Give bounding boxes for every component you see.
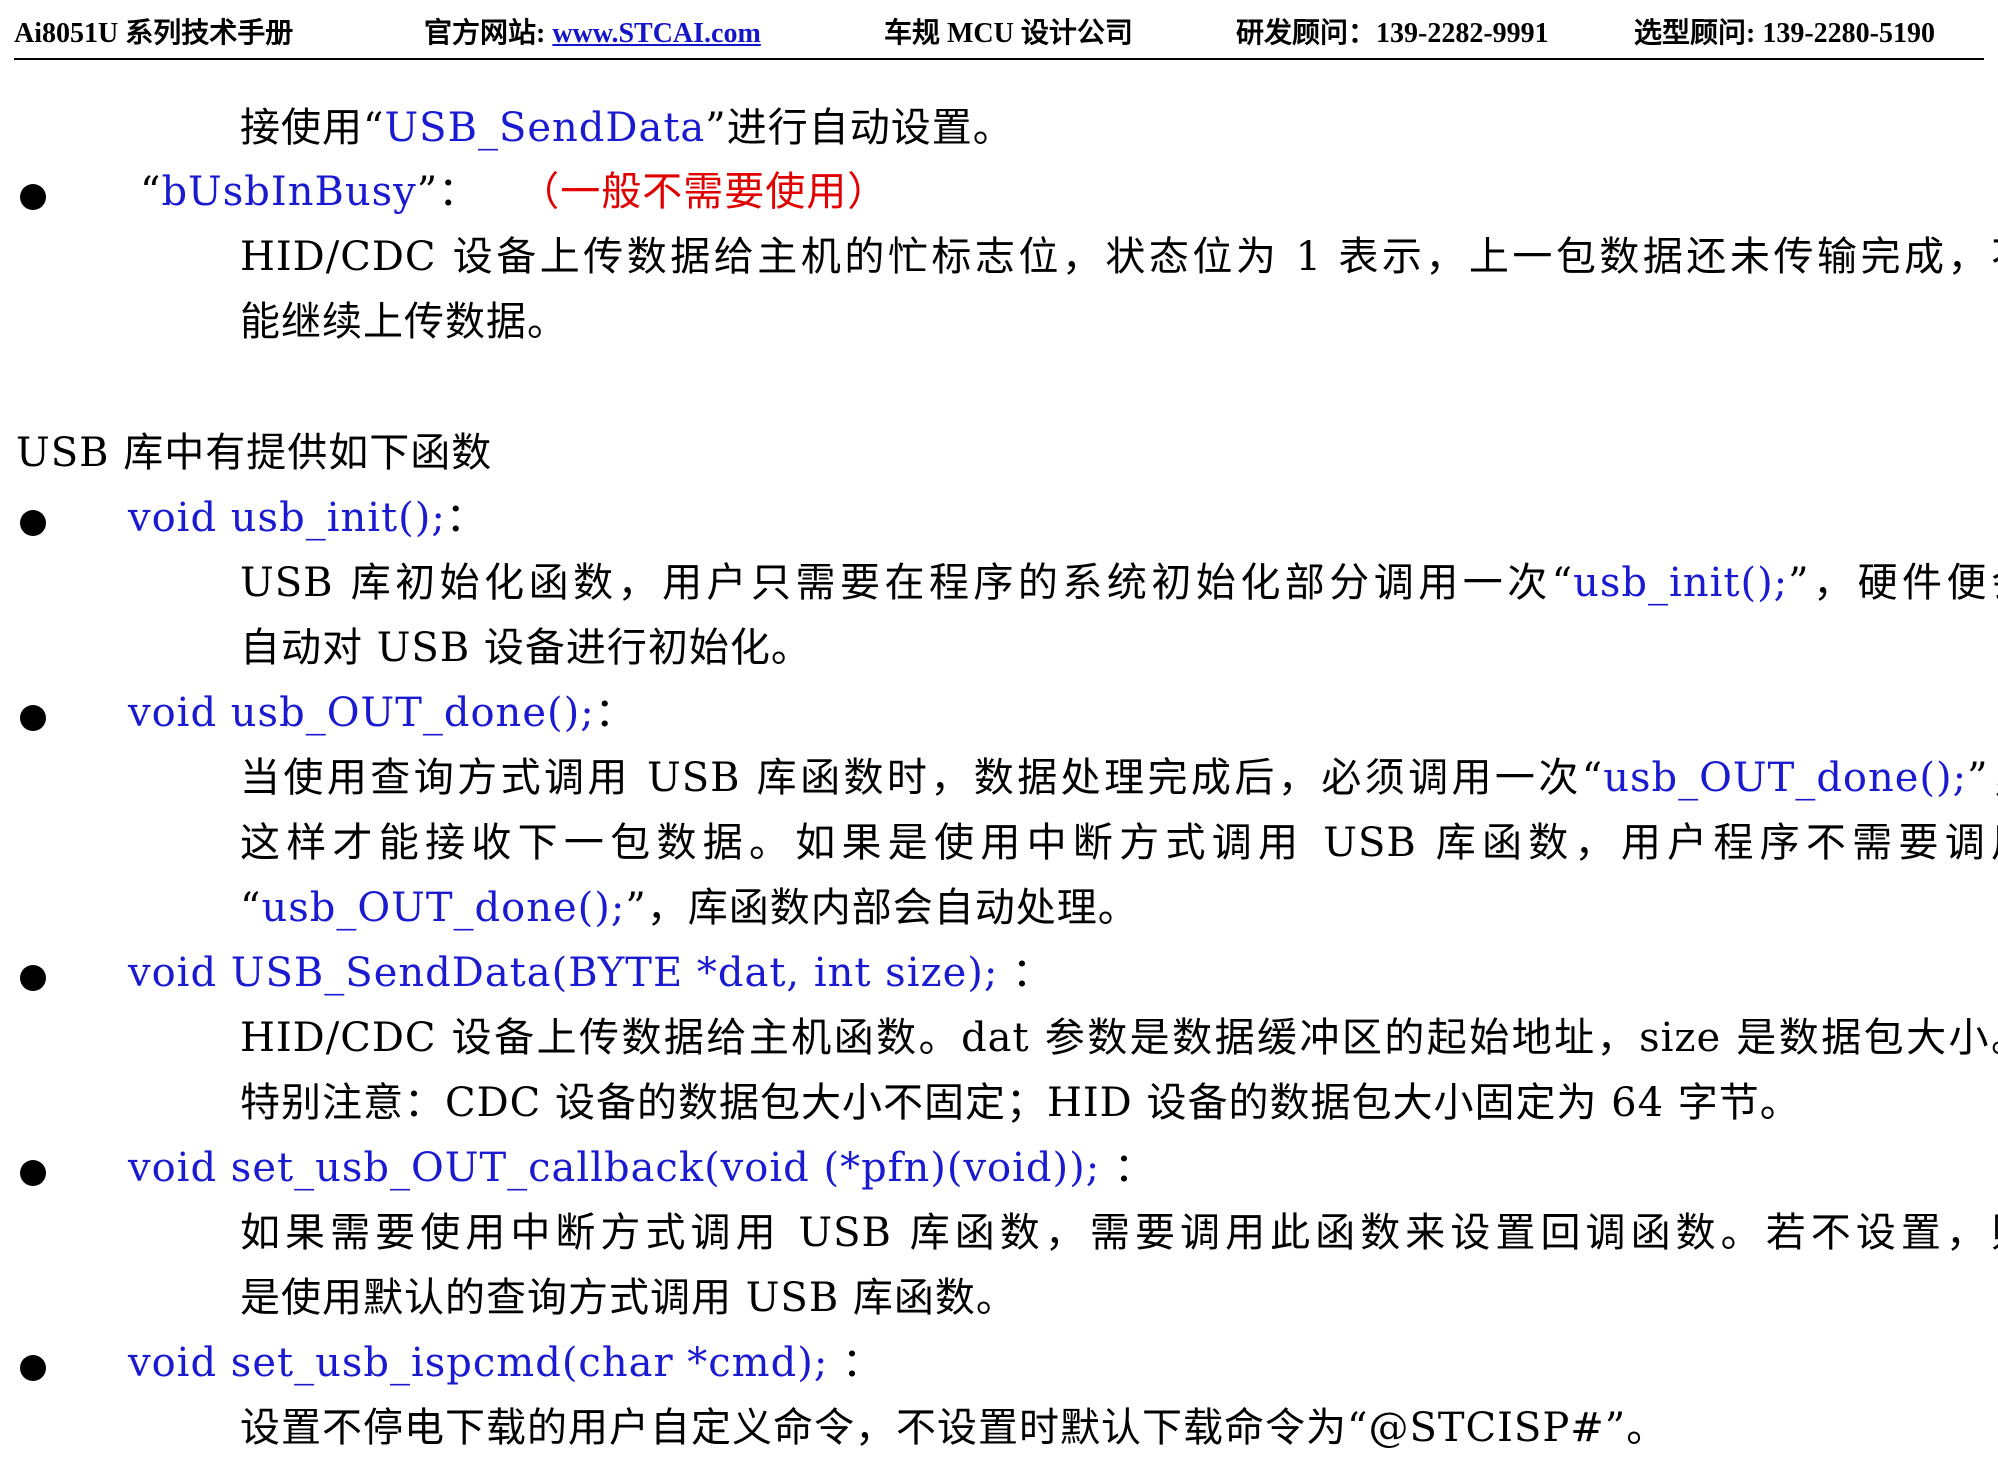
signature-text: void usb_OUT_done(); bbox=[128, 690, 595, 736]
busy-desc-1: HID/CDC 设备上传数据给主机的忙标志位，状态位为 1 表示，上一包数据还未… bbox=[240, 234, 1998, 280]
busy-flag-name: bUsbInBusy bbox=[161, 169, 417, 215]
page-header: Ai8051U 系列技术手册 官方网站: www.STCAI.com 车规 MC… bbox=[14, 14, 1984, 54]
desc-text: USB 库初始化函数，用户只需要在程序的系统初始化部分调用一次“ bbox=[240, 560, 1574, 606]
function-signature: void USB_SendData(BYTE *dat, int size); … bbox=[128, 948, 1053, 998]
quote-open: “ bbox=[140, 169, 162, 215]
signature-colon: ： bbox=[998, 950, 1054, 996]
signature-text: void set_usb_ispcmd(char *cmd); bbox=[128, 1340, 829, 1386]
function-desc: USB 库初始化函数，用户只需要在程序的系统初始化部分调用一次“usb_init… bbox=[240, 558, 1998, 608]
signature-text: void usb_init(); bbox=[128, 495, 446, 541]
site-link[interactable]: www.STCAI.com bbox=[552, 18, 760, 49]
function-signature: void usb_OUT_done();： bbox=[128, 688, 636, 738]
sales-contact: 选型顾问: 139-2280-5190 bbox=[1634, 18, 1935, 49]
function-signature: void set_usb_OUT_callback(void (*pfn)(vo… bbox=[128, 1143, 1155, 1193]
desc-text: ”，库函数内部会自动处理。 bbox=[625, 885, 1139, 931]
bullet-icon bbox=[20, 1355, 46, 1381]
rd-contact: 研发顾问：139-2282-9991 bbox=[1236, 18, 1549, 49]
function-desc: 自动对 USB 设备进行初始化。 bbox=[240, 625, 812, 671]
code-ref: usb_OUT_done(); bbox=[261, 885, 626, 931]
function-desc: 特别注意：CDC 设备的数据包大小不固定；HID 设备的数据包大小固定为 64 … bbox=[240, 1080, 1801, 1126]
official-site: 官方网站: www.STCAI.com bbox=[424, 14, 761, 54]
busy-heading: “bUsbInBusy”： （一般不需要使用） bbox=[140, 167, 888, 217]
code-ref: USB_SendData bbox=[384, 105, 706, 151]
signature-colon: ： bbox=[594, 690, 636, 736]
function-signature: void usb_init();： bbox=[128, 493, 487, 543]
desc-text: “ bbox=[240, 885, 262, 931]
bullet-icon bbox=[20, 510, 46, 536]
header-rule bbox=[14, 58, 1984, 60]
signature-text: void USB_SendData(BYTE *dat, int size); bbox=[128, 950, 999, 996]
desc-text: ”， bbox=[1967, 755, 1998, 801]
function-desc: 这样才能接收下一包数据。如果是使用中断方式调用 USB 库函数，用户程序不需要调… bbox=[240, 820, 1998, 866]
signature-colon: ： bbox=[1100, 1145, 1155, 1191]
bullet-icon bbox=[20, 965, 46, 991]
section-title: USB 库中有提供如下函数 bbox=[16, 430, 493, 476]
signature-colon: ： bbox=[445, 495, 487, 541]
bullet-icon bbox=[20, 184, 46, 210]
bullet-icon bbox=[20, 705, 46, 731]
busy-note: （一般不需要使用） bbox=[519, 169, 889, 215]
desc-text: 当使用查询方式调用 USB 库函数时，数据处理完成后，必须调用一次“ bbox=[240, 755, 1604, 801]
doc-title: Ai8051U 系列技术手册 bbox=[14, 18, 294, 49]
function-desc: HID/CDC 设备上传数据给主机函数。dat 参数是数据缓冲区的起始地址，si… bbox=[240, 1015, 1998, 1061]
function-desc: 是使用默认的查询方式调用 USB 库函数。 bbox=[240, 1275, 1017, 1321]
intro-text-b: ”进行自动设置。 bbox=[705, 105, 1014, 151]
function-desc: 设置不停电下载的用户自定义命令，不设置时默认下载命令为“@STCISP#”。 bbox=[240, 1405, 1668, 1451]
busy-desc-2: 能继续上传数据。 bbox=[240, 299, 568, 345]
function-desc: 如果需要使用中断方式调用 USB 库函数，需要调用此函数来设置回调函数。若不设置… bbox=[240, 1210, 1998, 1256]
quote-close: ”： bbox=[416, 169, 480, 215]
intro-text-a: 接使用“ bbox=[240, 105, 385, 151]
function-desc: “usb_OUT_done();”，库函数内部会自动处理。 bbox=[240, 883, 1139, 933]
site-label: 官方网站: bbox=[424, 18, 553, 49]
function-signature: void set_usb_ispcmd(char *cmd); ： bbox=[128, 1338, 883, 1388]
company-tagline: 车规 MCU 设计公司 bbox=[884, 18, 1133, 49]
signature-text: void set_usb_OUT_callback(void (*pfn)(vo… bbox=[128, 1145, 1101, 1191]
desc-text: ”，硬件便会 bbox=[1788, 560, 1998, 606]
function-desc: 当使用查询方式调用 USB 库函数时，数据处理完成后，必须调用一次“usb_OU… bbox=[240, 753, 1998, 803]
intro-line: 接使用“USB_SendData”进行自动设置。 bbox=[240, 103, 1014, 153]
code-ref: usb_init(); bbox=[1573, 560, 1789, 606]
signature-colon: ： bbox=[828, 1340, 884, 1386]
bullet-icon bbox=[20, 1160, 46, 1186]
code-ref: usb_OUT_done(); bbox=[1603, 755, 1968, 801]
